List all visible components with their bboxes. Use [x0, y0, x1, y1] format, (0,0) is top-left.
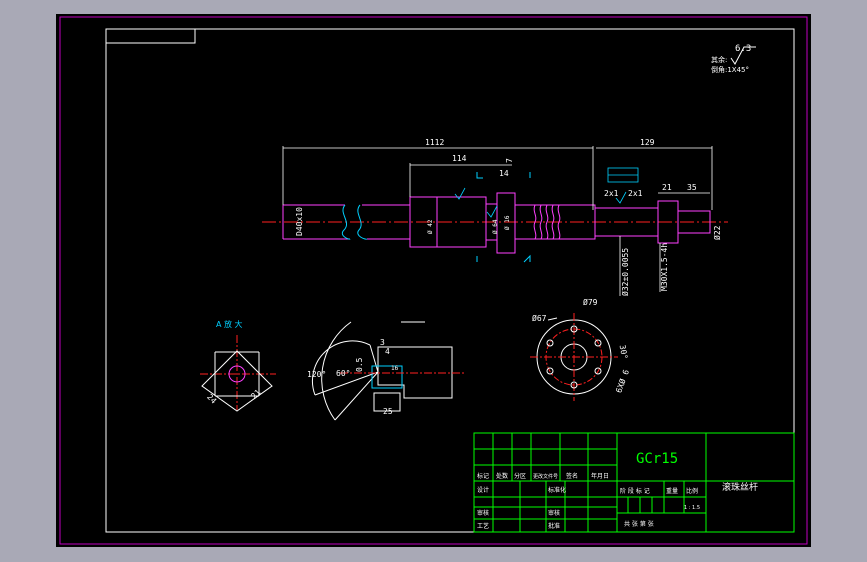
pcd-79: Ø79 — [583, 297, 598, 307]
dim-journal: Ø32±0.0055 — [620, 248, 630, 296]
tb-h-sign: 签名 — [566, 472, 578, 480]
tb-r-review: 审核 — [477, 509, 489, 517]
tb-weight: 重量 — [666, 487, 678, 495]
dim-overall: 1112 — [425, 138, 444, 147]
drawing-sheet — [56, 14, 811, 547]
dim-bearing-span: 114 — [452, 154, 467, 163]
cad-drawing: 其余: 6.3 倒角:1X45° 1112 129 114 14 7 2x1 2… — [56, 14, 811, 547]
dim-shaft-a: Ø 42 — [427, 219, 434, 234]
dim-small: 7 — [505, 158, 514, 163]
tb-h-zone: 分区 — [514, 472, 526, 480]
pcd-67: Ø67 — [532, 313, 547, 323]
dim-3: 3 — [380, 338, 385, 347]
tb-h-count: 处数 — [496, 472, 508, 480]
dim-collar: 14 — [499, 169, 509, 178]
tb-material: GCr15 — [636, 451, 678, 467]
dim-end: Ø22 — [712, 225, 722, 240]
dim-16: 16 — [391, 365, 399, 372]
tb-sheets: 共 张 第 张 — [624, 520, 654, 528]
tb-scale: 比例 — [686, 487, 698, 495]
angle-60: 60° — [336, 369, 350, 378]
tb-h-doc: 更改文件号 — [533, 473, 558, 480]
dim-25: 25 — [383, 407, 393, 416]
rest-label: 其余: — [711, 55, 727, 64]
tb-r-std: 标准化 — [548, 486, 566, 494]
dim-ring: Ø 16 — [504, 215, 511, 230]
dim-thread: M30X1.5-4h — [660, 243, 669, 291]
dim-chamfer-a: 2x1 — [604, 189, 619, 198]
dim-flange: Ø 64 — [492, 219, 499, 234]
tb-part-name: 滚珠丝杆 — [722, 481, 758, 493]
tb-r-process: 工艺 — [477, 522, 489, 530]
dim-4: 4 — [385, 347, 390, 356]
tb-h-date: 年月日 — [591, 472, 609, 480]
tb-r-design: 设计 — [477, 486, 489, 494]
dim-chamfer-b: 2x1 — [628, 189, 643, 198]
dim-right-section: 129 — [640, 138, 655, 147]
dim-05: 0.5 — [355, 357, 364, 372]
dim-bore: D40x10 — [295, 207, 304, 236]
angle-120: 120° — [307, 370, 326, 379]
chamfer-note: 倒角:1X45° — [711, 65, 749, 74]
dim-step-a: 21 — [662, 183, 672, 192]
detail-a-label: A 放 大 — [216, 319, 243, 329]
dim-step-b: 35 — [687, 183, 697, 192]
tb-stage: 阶 段 标 记 — [620, 487, 650, 495]
tb-scale-val: 1 : 1.5 — [684, 505, 700, 511]
tb-r-audit: 审核 — [548, 509, 560, 517]
tb-h-mark: 标记 — [477, 472, 489, 480]
tb-r-approve: 批准 — [548, 522, 560, 530]
